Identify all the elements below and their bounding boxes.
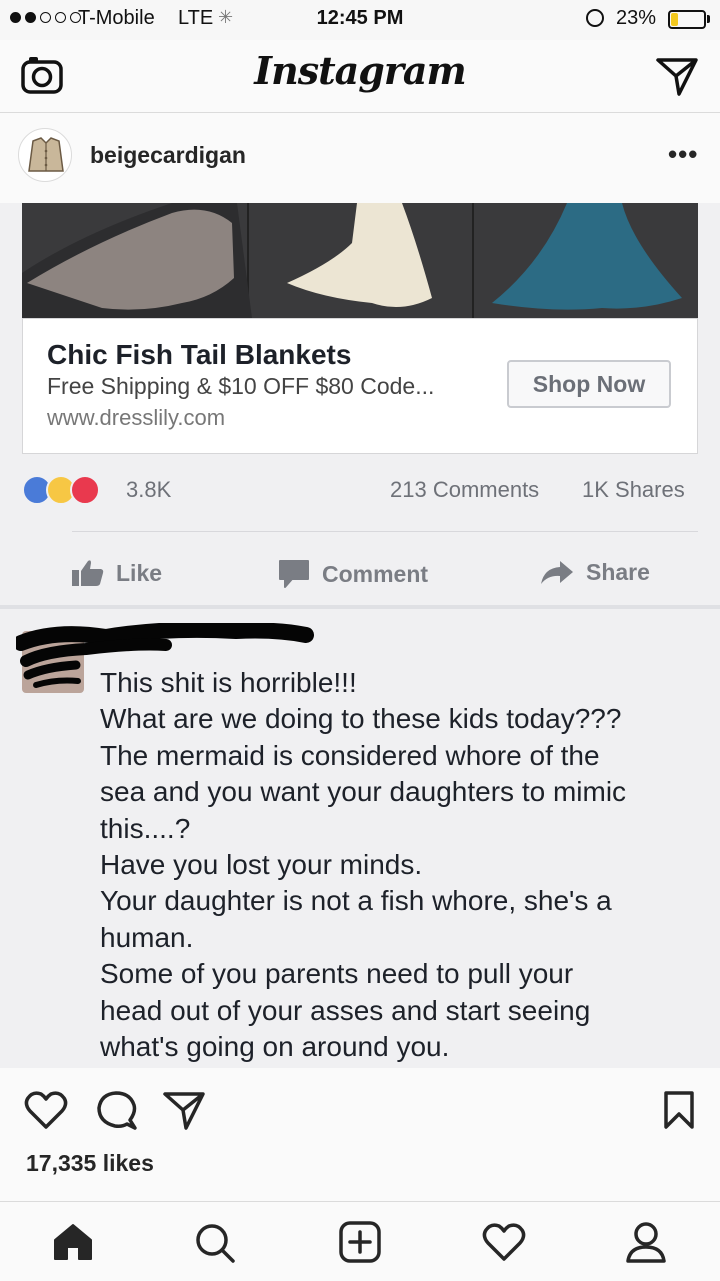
comment-line: head out of your asses and start seeing (100, 994, 591, 1026)
post-actions: 17,335 likes (0, 1068, 720, 1201)
comment-line: Some of you parents need to pull your (100, 958, 574, 990)
ad-title: Chic Fish Tail Blankets (47, 339, 352, 370)
share-arrow-icon (541, 560, 573, 584)
battery-icon (668, 10, 706, 29)
comment-line: this....? (100, 812, 191, 844)
comment-line: The mermaid is considered whore of the (100, 739, 600, 771)
status-time: 12:45 PM (316, 7, 404, 29)
fb-like-label: Like (116, 559, 163, 586)
ad-link-card[interactable]: Chic Fish Tail Blankets Free Shipping & … (22, 318, 698, 454)
battery-nub (707, 15, 710, 23)
comment-icon[interactable] (96, 1090, 138, 1137)
comment-line: What are we doing to these kids today??? (100, 703, 622, 735)
fb-comment-label: Comment (322, 560, 429, 587)
comments-count: 213 Comments (390, 477, 540, 502)
status-bar: T-Mobile LTE ✳ 12:45 PM 23% (0, 0, 720, 40)
bookmark-icon[interactable] (662, 1090, 696, 1135)
speech-bubble-icon (279, 560, 309, 588)
comment-line: Your daughter is not a fish whore, she's… (100, 885, 612, 917)
comment-line: This shit is horrible!!! (100, 667, 357, 698)
profile-icon[interactable] (624, 1220, 668, 1269)
fb-like-action: Like (72, 559, 162, 587)
comment-text: This shit is horrible!!! What are we doin… (100, 665, 700, 1065)
fb-comment-action: Comment (278, 559, 428, 589)
ad-url: www.dresslily.com (47, 405, 226, 430)
more-options-button[interactable]: ••• (668, 139, 698, 170)
ad-subtitle: Free Shipping & $10 OFF $80 Code... (47, 373, 435, 399)
shop-now-button: Shop Now (507, 360, 671, 408)
love-reaction-icon (70, 475, 100, 505)
tab-bar (0, 1201, 720, 1281)
home-icon[interactable] (52, 1222, 94, 1267)
likes-count[interactable]: 17,335 likes (26, 1150, 154, 1177)
fb-share-action: Share (540, 559, 650, 586)
comment-line: Have you lost your minds. (100, 849, 423, 881)
post-header: beigecardigan ••• (0, 113, 720, 203)
app-logo: Instagram (254, 48, 466, 93)
shares-count: 1K Shares (582, 477, 685, 502)
direct-message-icon[interactable] (655, 56, 699, 103)
reactions-count: 3.8K (126, 477, 172, 502)
comment-line: human. (100, 921, 194, 953)
post-username[interactable]: beigecardigan (90, 142, 246, 169)
fb-share-label: Share (586, 559, 650, 585)
thumbs-up-icon (72, 560, 104, 586)
comment-line: what's going on around you. (100, 1031, 450, 1063)
battery-percent: 23% (616, 7, 657, 29)
comment-line: sea and you want your daughters to mimic (100, 776, 627, 808)
add-icon[interactable] (338, 1220, 382, 1269)
section-separator (0, 605, 720, 609)
divider (72, 531, 698, 532)
app-header: Instagram (0, 40, 720, 113)
post-image: Chic Fish Tail Blankets Free Shipping & … (0, 203, 720, 1068)
heart-icon[interactable] (24, 1090, 68, 1135)
avatar[interactable] (18, 128, 72, 182)
search-icon[interactable] (194, 1222, 236, 1269)
ad-photo (22, 203, 698, 318)
activity-icon[interactable] (482, 1222, 526, 1267)
share-icon[interactable] (162, 1090, 206, 1137)
orientation-lock-icon (586, 9, 604, 27)
